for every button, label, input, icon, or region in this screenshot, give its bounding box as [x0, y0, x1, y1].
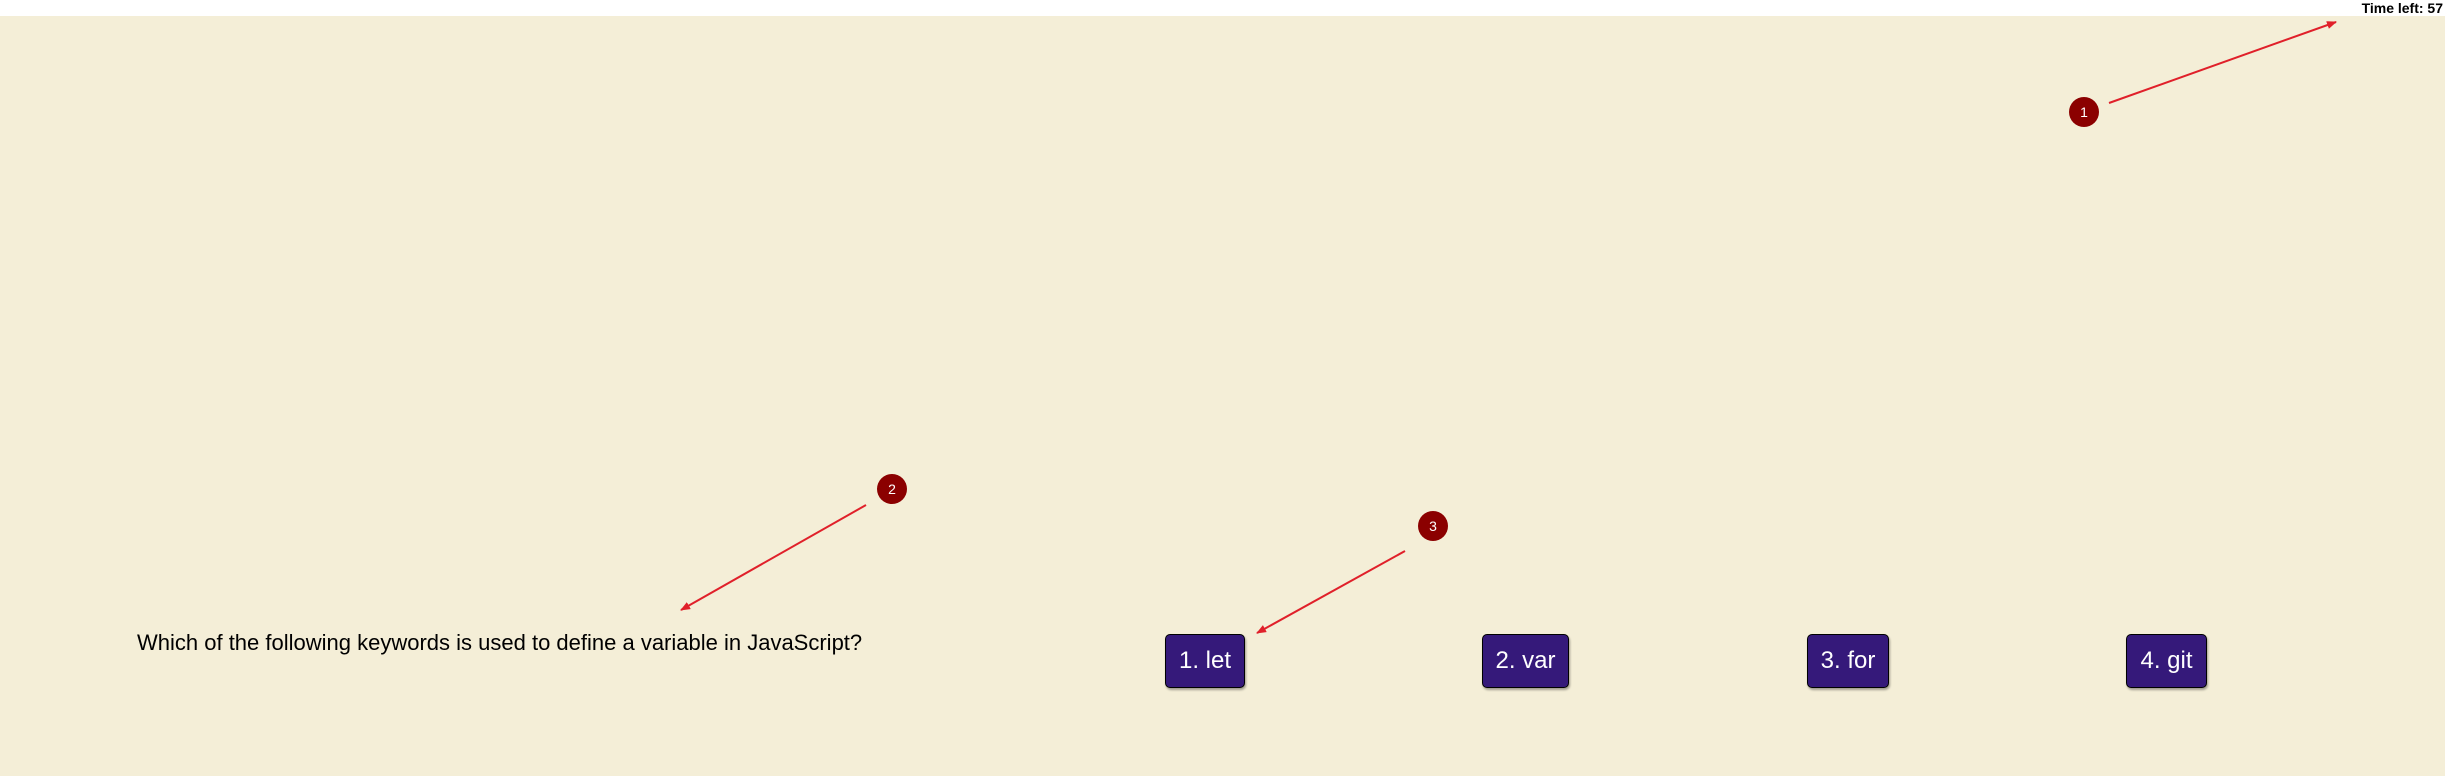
quiz-page: Time left: 57 Which of the following key… — [0, 0, 2445, 778]
question-text: Which of the following keywords is used … — [137, 630, 863, 655]
answer-button-2[interactable]: 2. var — [1482, 634, 1569, 688]
answer-button-3[interactable]: 3. for — [1807, 634, 1889, 688]
timer: Time left: 57 — [2361, 0, 2443, 16]
answer-button-4[interactable]: 4. git — [2126, 634, 2207, 688]
answer-button-1[interactable]: 1. let — [1165, 634, 1245, 688]
